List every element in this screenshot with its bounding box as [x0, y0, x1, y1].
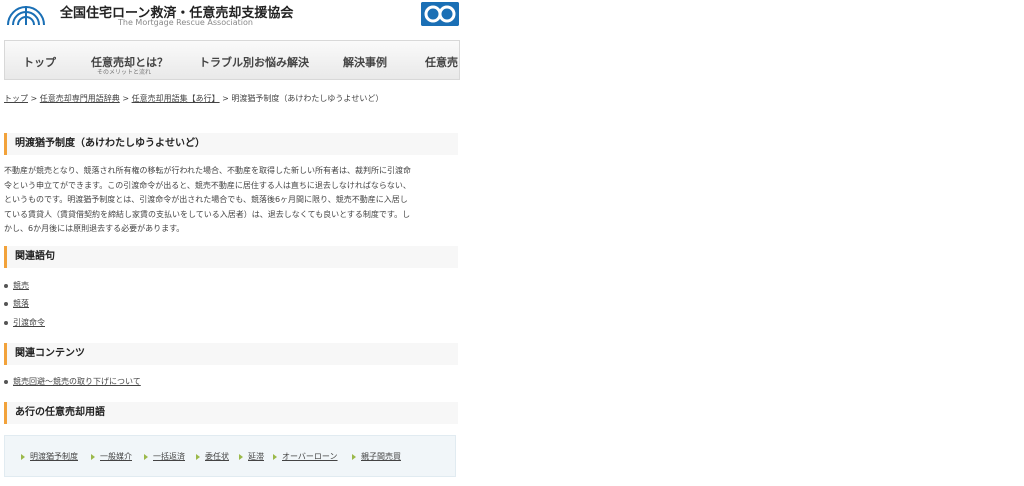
- related-content-link[interactable]: 競売回避～競売の取り下げについて: [13, 377, 141, 386]
- global-nav: トップ 任意売却とは？ そのメリットと流れ トラブル別お悩み解決 解決事例 任意…: [4, 40, 460, 80]
- a-row-term-link[interactable]: 延滞: [248, 452, 264, 461]
- bullet-icon: [4, 379, 8, 384]
- page: 全国住宅ローン救済・任意売却支援協会 The Mortgage Rescue A…: [0, 0, 460, 486]
- a-row-term-link[interactable]: 明渡猶予制度: [30, 452, 78, 461]
- list-item: 明渡猶予制度: [21, 451, 78, 462]
- related-terms-heading: 関連語句: [4, 246, 458, 268]
- related-contents-heading: 関連コンテンツ: [4, 343, 458, 365]
- article-line: かし、6か月後には原則退去する必要があります。: [4, 224, 185, 234]
- related-term-link[interactable]: 引渡命令: [13, 318, 45, 327]
- a-row-term-link[interactable]: 親子間売買: [361, 452, 401, 461]
- bullet-icon: [4, 320, 8, 325]
- article-line: ている賃貸人（賃貸借契約を締結し家賃の支払いをしている入居者）は、退去しなくても…: [4, 209, 411, 219]
- related-term-link[interactable]: 競売: [13, 281, 29, 290]
- article-title: 明渡猶予制度（あけわたしゆうよせいど）: [4, 133, 458, 155]
- a-row-term-link[interactable]: 委任状: [205, 452, 229, 461]
- list-item: 委任状: [196, 451, 229, 462]
- article-line: 令という申立てができます。この引渡命令が出ると、競売不動産に居住する人は直ちに退…: [4, 180, 411, 190]
- list-item: 引渡命令: [4, 317, 45, 328]
- nav-item-label: トラブル別お悩み解決: [199, 56, 309, 69]
- list-item: 延滞: [239, 451, 264, 462]
- breadcrumb-link-top[interactable]: トップ: [4, 94, 28, 103]
- list-item: 親子間売買: [352, 451, 401, 462]
- nav-item-label: 解決事例: [343, 56, 387, 69]
- triangle-bullet-icon: [352, 453, 356, 460]
- breadcrumb-link-a-row[interactable]: 任意売却用語集【あ行】: [132, 94, 220, 103]
- breadcrumb-separator: >: [30, 94, 38, 103]
- bullet-icon: [4, 301, 8, 306]
- a-row-terms-box: 明渡猶予制度 一般媒介 一括返済 委任状 延滞 オーバーローン 親子間売買: [4, 435, 456, 477]
- related-term-link[interactable]: 競落: [13, 299, 29, 308]
- a-row-term-link[interactable]: 一般媒介: [100, 452, 132, 461]
- nav-item-label: 任意売: [425, 56, 458, 69]
- breadcrumb-separator: >: [122, 94, 130, 103]
- a-row-terms-heading: あ行の任意売却用語: [4, 402, 458, 424]
- list-item: オーバーローン: [273, 451, 338, 462]
- list-item: 一般媒介: [91, 451, 132, 462]
- triangle-bullet-icon: [91, 453, 95, 460]
- a-row-term-link[interactable]: オーバーローン: [282, 452, 338, 461]
- triangle-bullet-icon: [21, 453, 25, 460]
- article-body: 不動産が競売となり、競落され所有権の移転が行われた場合、不動産を取得した新しい所…: [4, 164, 456, 237]
- triangle-bullet-icon: [144, 453, 148, 460]
- article-line: というものです。明渡猶予制度とは、引渡命令が出された場合でも、競落後6ヶ月間に限…: [4, 195, 408, 205]
- triangle-bullet-icon: [273, 453, 277, 460]
- list-item: 競落: [4, 298, 29, 309]
- list-item: 一括返済: [144, 451, 185, 462]
- nav-item-label: トップ: [23, 56, 56, 69]
- nav-item-sublabel: そのメリットと流れ: [97, 69, 152, 76]
- breadcrumb-link-dictionary[interactable]: 任意売却専門用語辞典: [40, 94, 120, 103]
- breadcrumb-current: 明渡猶予制度（あけわたしゆうよせいど）: [231, 94, 384, 103]
- list-item: 競売回避～競売の取り下げについて: [4, 376, 141, 387]
- a-row-term-link[interactable]: 一括返済: [153, 452, 185, 461]
- list-item: 競売: [4, 280, 29, 291]
- article-line: 不動産が競売となり、競落され所有権の移転が行われた場合、不動産を取得した新しい所…: [4, 166, 412, 175]
- triangle-bullet-icon: [239, 453, 243, 460]
- triangle-bullet-icon: [196, 453, 200, 460]
- site-subtitle: The Mortgage Rescue Association: [118, 18, 253, 27]
- breadcrumb: トップ > 任意売却専門用語辞典 > 任意売却用語集【あ行】 > 明渡猶予制度（…: [4, 93, 383, 104]
- site-header: 全国住宅ローン救済・任意売却支援協会 The Mortgage Rescue A…: [0, 0, 460, 38]
- breadcrumb-separator: >: [222, 94, 229, 103]
- freedial-icon[interactable]: [421, 2, 459, 26]
- fan-logo-icon[interactable]: [4, 0, 48, 26]
- bullet-icon: [4, 283, 8, 288]
